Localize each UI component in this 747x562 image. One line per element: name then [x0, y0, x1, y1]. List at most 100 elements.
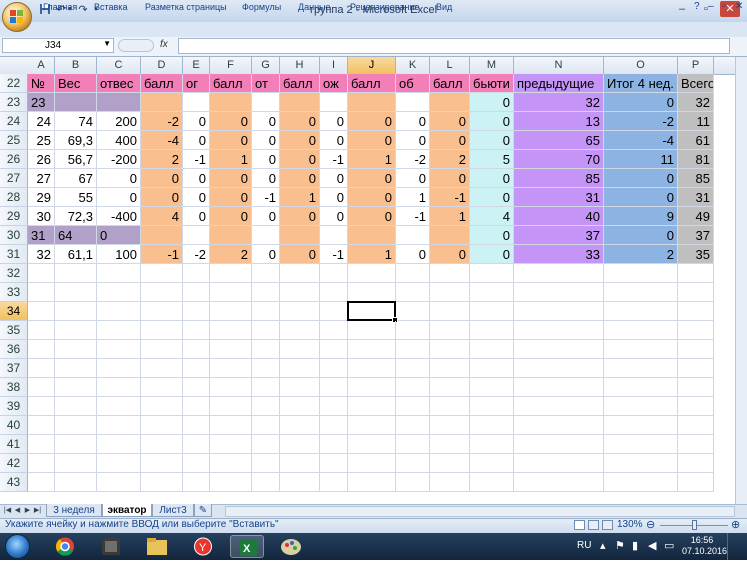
- cell[interactable]: [604, 321, 678, 340]
- cell[interactable]: -1: [183, 150, 210, 169]
- cell[interactable]: 0: [430, 169, 470, 188]
- cell[interactable]: [141, 226, 183, 245]
- cell[interactable]: [141, 416, 183, 435]
- cell[interactable]: [183, 435, 210, 454]
- cell[interactable]: [141, 93, 183, 112]
- cell[interactable]: 37: [514, 226, 604, 245]
- cell[interactable]: [604, 264, 678, 283]
- cell[interactable]: 0: [280, 131, 320, 150]
- cell[interactable]: [252, 473, 280, 492]
- cell[interactable]: 0: [430, 112, 470, 131]
- cell[interactable]: 37: [678, 226, 714, 245]
- row-header[interactable]: 40: [0, 416, 28, 435]
- cell[interactable]: балл: [280, 74, 320, 93]
- cell[interactable]: 0: [280, 207, 320, 226]
- cell[interactable]: [320, 416, 348, 435]
- cell[interactable]: [678, 359, 714, 378]
- cell[interactable]: 0: [470, 188, 514, 207]
- cell[interactable]: 9: [604, 207, 678, 226]
- cell[interactable]: [28, 435, 55, 454]
- cell[interactable]: [396, 454, 430, 473]
- next-sheet-icon[interactable]: ▶: [23, 505, 32, 517]
- cell[interactable]: 85: [678, 169, 714, 188]
- cell[interactable]: [604, 435, 678, 454]
- cell[interactable]: бьюти: [470, 74, 514, 93]
- cell[interactable]: [470, 283, 514, 302]
- cell[interactable]: [183, 473, 210, 492]
- cell[interactable]: [470, 473, 514, 492]
- cell[interactable]: 0: [210, 131, 252, 150]
- cell[interactable]: [396, 93, 430, 112]
- cell[interactable]: 29: [28, 188, 55, 207]
- cell[interactable]: 30: [28, 207, 55, 226]
- cell[interactable]: [470, 264, 514, 283]
- cell[interactable]: [604, 359, 678, 378]
- cell[interactable]: 0: [348, 169, 396, 188]
- cell[interactable]: 200: [97, 112, 141, 131]
- cell[interactable]: Итог 4 нед.: [604, 74, 678, 93]
- cell[interactable]: 74: [55, 112, 97, 131]
- cell[interactable]: 33: [514, 245, 604, 264]
- cell[interactable]: [348, 435, 396, 454]
- cell[interactable]: [141, 454, 183, 473]
- cell[interactable]: балл: [210, 74, 252, 93]
- cell[interactable]: 0: [183, 207, 210, 226]
- cell[interactable]: 1: [430, 207, 470, 226]
- cell[interactable]: -200: [97, 150, 141, 169]
- cell[interactable]: [470, 435, 514, 454]
- cell[interactable]: 0: [97, 226, 141, 245]
- cell[interactable]: 0: [320, 169, 348, 188]
- cell[interactable]: [280, 397, 320, 416]
- cell[interactable]: 31: [514, 188, 604, 207]
- cell[interactable]: [28, 340, 55, 359]
- cell[interactable]: [348, 93, 396, 112]
- row-header[interactable]: 35: [0, 321, 28, 340]
- cell[interactable]: [28, 397, 55, 416]
- cell[interactable]: [348, 321, 396, 340]
- column-header-k[interactable]: K: [396, 57, 430, 74]
- cell[interactable]: [97, 378, 141, 397]
- sheet-tab-week3[interactable]: 3 неделя: [46, 504, 102, 517]
- cell[interactable]: [514, 264, 604, 283]
- cell[interactable]: [514, 302, 604, 321]
- cell[interactable]: 70: [514, 150, 604, 169]
- cell[interactable]: 0: [396, 169, 430, 188]
- cell[interactable]: [55, 264, 97, 283]
- cell[interactable]: [55, 397, 97, 416]
- cell[interactable]: от: [252, 74, 280, 93]
- cell[interactable]: [280, 359, 320, 378]
- cell[interactable]: [141, 302, 183, 321]
- cell[interactable]: [97, 397, 141, 416]
- cell[interactable]: об: [396, 74, 430, 93]
- cell[interactable]: [252, 283, 280, 302]
- help-icon[interactable]: ?: [694, 1, 700, 12]
- cell[interactable]: [430, 321, 470, 340]
- row-header[interactable]: 38: [0, 378, 28, 397]
- prev-sheet-icon[interactable]: ◀: [13, 505, 22, 517]
- cell[interactable]: [252, 226, 280, 245]
- tab-page-layout[interactable]: Разметка страницы: [145, 2, 227, 12]
- cell[interactable]: [280, 283, 320, 302]
- cell[interactable]: [252, 321, 280, 340]
- column-header-f[interactable]: F: [210, 57, 252, 74]
- taskbar-chrome[interactable]: [48, 535, 82, 558]
- zoom-out-icon[interactable]: ⊖: [646, 518, 655, 531]
- cell[interactable]: [210, 454, 252, 473]
- cell[interactable]: [210, 226, 252, 245]
- tab-formulas[interactable]: Формулы: [242, 2, 281, 12]
- cell[interactable]: 0: [470, 245, 514, 264]
- cell[interactable]: [141, 264, 183, 283]
- row-header[interactable]: 29: [0, 207, 28, 226]
- cell[interactable]: 0: [252, 207, 280, 226]
- cell[interactable]: 1: [348, 150, 396, 169]
- cell[interactable]: 0: [604, 188, 678, 207]
- cell[interactable]: 0: [396, 131, 430, 150]
- cell[interactable]: [514, 416, 604, 435]
- cell[interactable]: 1: [280, 188, 320, 207]
- row-header[interactable]: 32: [0, 264, 28, 283]
- cell[interactable]: предыдущие: [514, 74, 604, 93]
- cell[interactable]: 2: [430, 150, 470, 169]
- cell[interactable]: 0: [183, 188, 210, 207]
- cell[interactable]: [430, 454, 470, 473]
- cell[interactable]: [514, 435, 604, 454]
